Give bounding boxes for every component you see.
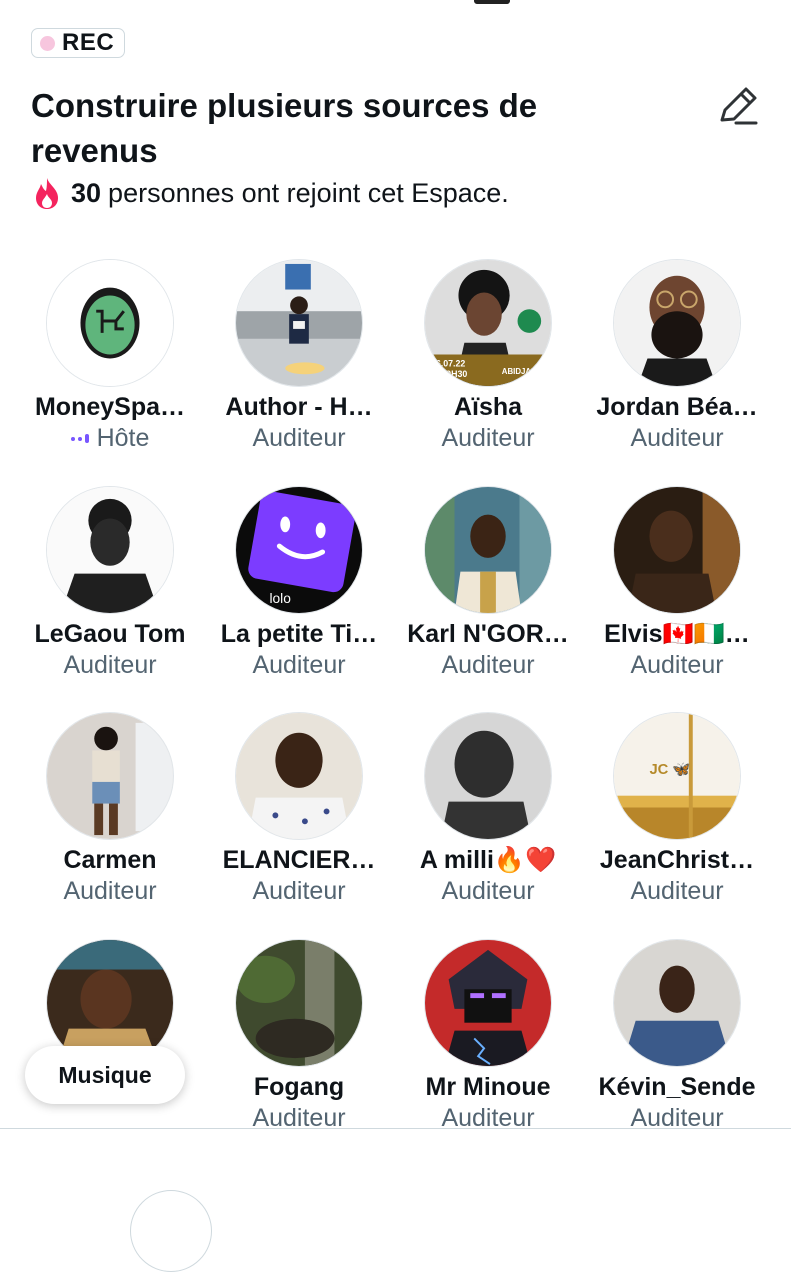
edit-pencil-icon[interactable] (716, 84, 760, 128)
participant-name: LeGaou Tom (34, 620, 186, 648)
avatar (235, 259, 363, 387)
participant-name: Carmen (63, 846, 157, 874)
participant-card[interactable]: Fogang Auditeur (204, 939, 394, 1133)
participant-role: Hôte (15, 424, 205, 453)
participant-name: Jordan Béa… (596, 393, 758, 421)
petite-label-text: lolo (269, 591, 291, 606)
participant-role: Auditeur (441, 651, 535, 679)
participant-card[interactable]: A milli🔥❤️ Auditeur (393, 712, 583, 906)
avatar: 16.07.22 à 9H30 ABIDJAN (424, 259, 552, 387)
music-button[interactable]: Musique (25, 1046, 185, 1104)
avatar (613, 486, 741, 614)
avatar (235, 939, 363, 1067)
participant-name: Fogang (253, 1073, 345, 1101)
participant-card[interactable]: Kévin_Sende Auditeur (582, 939, 772, 1133)
participant-role: Auditeur (252, 651, 346, 679)
top-notch (474, 0, 510, 4)
participant-role: Auditeur (630, 651, 724, 679)
participant-name: JeanChrist… (599, 846, 755, 874)
avatar (235, 712, 363, 840)
participant-role: Auditeur (441, 424, 535, 452)
joined-count: 30 (71, 177, 102, 208)
participant-card[interactable]: JC 🦋 JeanChrist… Auditeur (582, 712, 772, 906)
recording-dot-icon (40, 35, 55, 51)
participant-role: Auditeur (63, 877, 157, 905)
participant-name: A milli🔥❤️ (419, 846, 557, 874)
participant-card[interactable]: Elvis🇨🇦🇨🇮… Auditeur (582, 486, 772, 680)
participant-name: Aïsha (453, 393, 523, 421)
participant-card[interactable]: lolo La petite Ti… Auditeur (204, 486, 394, 680)
participant-card[interactable]: Carmen Auditeur (15, 712, 205, 906)
participant-role: Auditeur (252, 877, 346, 905)
participant-name: Karl N'GOR… (407, 620, 569, 648)
avatar (46, 259, 174, 387)
rec-badge: REC (31, 28, 126, 58)
participant-name: Mr Minoue (425, 1073, 551, 1101)
avatar (613, 259, 741, 387)
participant-name: Elvis🇨🇦🇨🇮… (604, 620, 750, 648)
aisha-date-text: 16.07.22 (431, 358, 466, 368)
participant-card[interactable]: Mr Minoue Auditeur (393, 939, 583, 1133)
participant-role: Auditeur (441, 877, 535, 905)
avatar (46, 712, 174, 840)
joined-summary: 30 personnes ont rejoint cet Espace. (32, 176, 509, 210)
avatar: JC 🦋 (613, 712, 741, 840)
bottom-divider (0, 1128, 791, 1129)
participant-name: Author - H… (225, 393, 373, 421)
avatar (424, 939, 552, 1067)
participant-role: Auditeur (63, 651, 157, 679)
jc-label-text: JC 🦋 (649, 762, 690, 778)
participant-role: Auditeur (252, 424, 346, 452)
participant-role-label: Hôte (96, 424, 150, 452)
bottom-action-button[interactable] (130, 1190, 212, 1272)
participant-card[interactable]: ELANCIER… Auditeur (204, 712, 394, 906)
aisha-city-text: ABIDJAN (502, 367, 537, 376)
participant-card[interactable]: LeGaou Tom Auditeur (15, 486, 205, 680)
participant-card[interactable]: MoneySpa… Hôte (15, 259, 205, 453)
joined-text: personnes ont rejoint cet Espace. (108, 177, 509, 208)
participant-name: Kévin_Sende (598, 1073, 756, 1101)
participant-card[interactable]: Jordan Béa… Auditeur (582, 259, 772, 453)
participant-name: MoneySpa… (34, 393, 186, 421)
fire-icon (36, 178, 58, 209)
aisha-time-text: à 9H30 (439, 369, 468, 379)
host-indicator-icon (70, 434, 89, 443)
participant-name: ELANCIER… (222, 846, 376, 874)
avatar (424, 712, 552, 840)
avatar (613, 939, 741, 1067)
participant-card[interactable]: Karl N'GOR… Auditeur (393, 486, 583, 680)
participant-card[interactable]: 16.07.22 à 9H30 ABIDJAN Aïsha Auditeur (393, 259, 583, 453)
participant-card[interactable]: Author - H… Auditeur (204, 259, 394, 453)
participant-role: Auditeur (630, 424, 724, 452)
participant-role: Auditeur (630, 877, 724, 905)
avatar (46, 486, 174, 614)
avatar: lolo (235, 486, 363, 614)
participant-name: La petite Ti… (220, 620, 378, 648)
rec-label: REC (62, 29, 115, 56)
space-title: Construire plusieurs sources de revenus (31, 87, 538, 169)
avatar (424, 486, 552, 614)
